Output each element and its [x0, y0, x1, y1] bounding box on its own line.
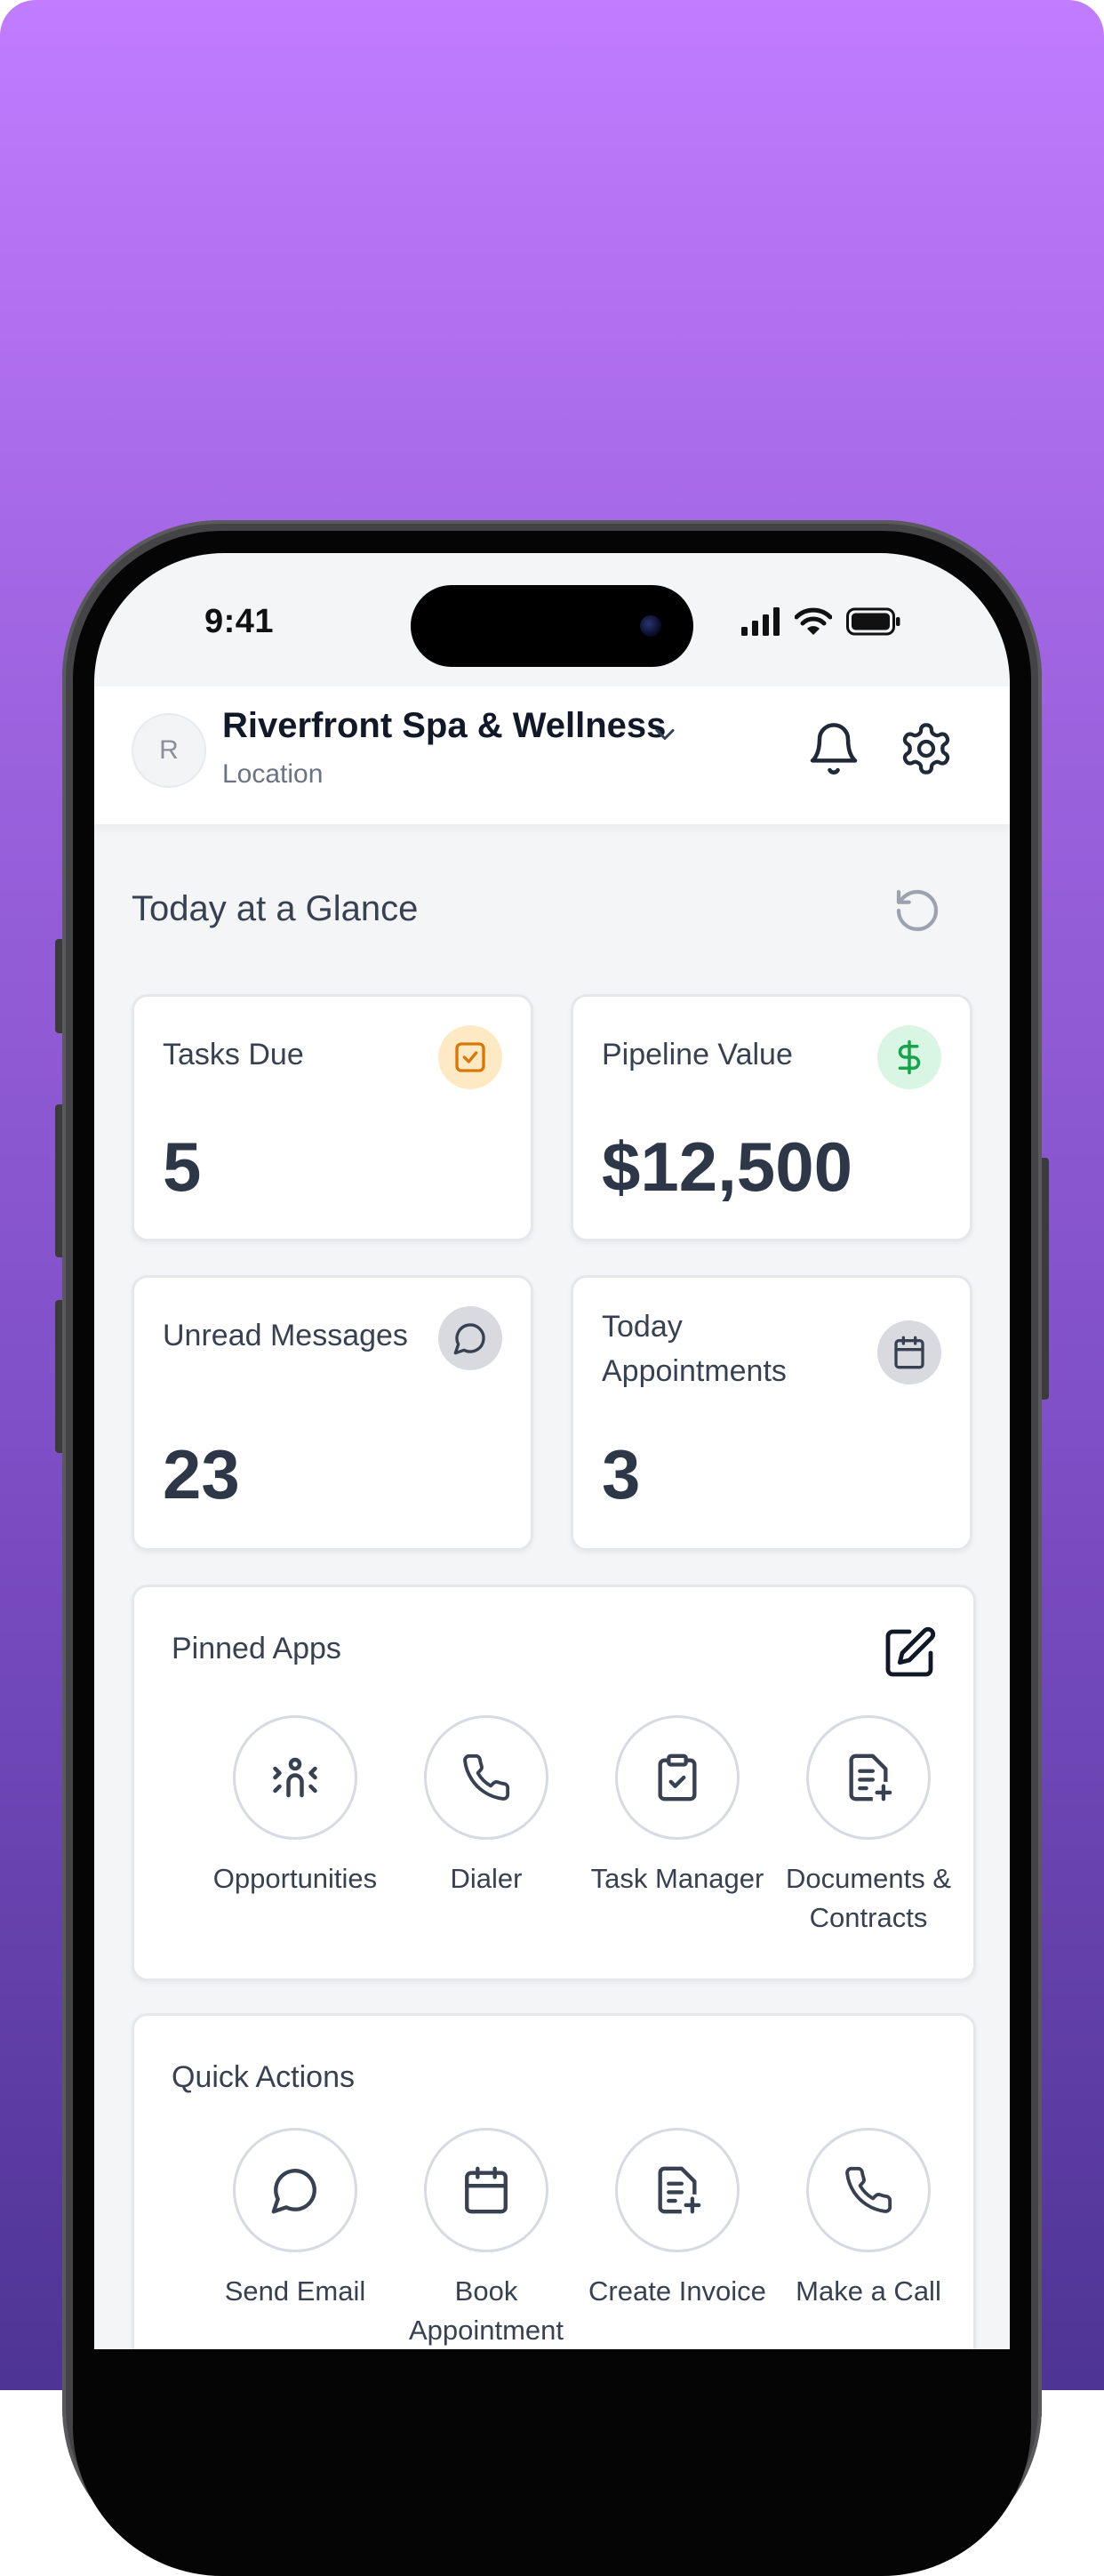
battery-icon [846, 607, 900, 636]
quick-actions-title: Quick Actions [172, 2060, 355, 2094]
document-plus-icon [849, 1753, 892, 1802]
app-icon-circle [233, 1715, 357, 1840]
chat-icon [438, 1306, 502, 1370]
action-icon-circle [424, 2128, 548, 2252]
action-label: Book Appointment [408, 2275, 564, 2346]
edit-icon[interactable] [881, 1625, 938, 1681]
card-label: Today Appointments [602, 1310, 787, 1388]
quick-actions-section: Quick Actions Send Email Book Appointmen… [132, 2013, 976, 2349]
status-time: 9:41 [204, 603, 275, 640]
card-label: Pipeline Value [602, 1038, 793, 1071]
checkbox-icon [438, 1025, 502, 1089]
action-send-email[interactable]: Send Email [202, 2128, 388, 2311]
chevron-down-icon[interactable] [649, 718, 681, 750]
action-icon-circle [233, 2128, 357, 2252]
app-label: Documents & Contracts [785, 1863, 952, 1933]
card-value: 5 [163, 1128, 202, 1206]
today-appointments-card[interactable]: Today Appointments 3 [571, 1275, 972, 1551]
phone-icon [845, 2166, 892, 2213]
action-make-a-call[interactable]: Make a Call [775, 2128, 962, 2311]
gear-icon[interactable] [898, 720, 955, 777]
card-value: 23 [163, 1435, 240, 1513]
signal-icon [741, 607, 780, 636]
action-label: Send Email [224, 2275, 366, 2307]
action-icon-circle [806, 2128, 931, 2252]
app-label: Dialer [450, 1863, 523, 1894]
app-icon-circle [424, 1715, 548, 1840]
avatar[interactable]: R [132, 713, 206, 788]
bell-icon[interactable] [805, 720, 862, 777]
wifi-icon [795, 607, 832, 635]
refresh-icon[interactable] [892, 886, 942, 935]
dollar-icon [877, 1025, 941, 1089]
action-icon-circle [615, 2128, 740, 2252]
glance-title: Today at a Glance [132, 889, 419, 928]
action-create-invoice[interactable]: Create Invoice [584, 2128, 771, 2311]
pinned-apps-title: Pinned Apps [172, 1632, 341, 1665]
app-header: R Riverfront Spa & Wellness Location [94, 686, 1010, 824]
app-dialer[interactable]: Dialer [393, 1715, 580, 1898]
location-label: Location [222, 759, 324, 789]
app-label: Opportunities [212, 1863, 378, 1894]
chat-icon [271, 2169, 316, 2214]
app-documents-contracts[interactable]: Documents & Contracts [775, 1715, 962, 1938]
dynamic-island [411, 585, 693, 667]
pinned-apps-section: Pinned Apps Opportunities Dialer Task Ma… [132, 1585, 976, 1981]
card-label: Unread Messages [163, 1319, 408, 1352]
app-label: Task Manager [590, 1863, 764, 1894]
invoice-icon [658, 2166, 701, 2214]
action-book-appointment[interactable]: Book Appointment [393, 2128, 580, 2349]
business-name[interactable]: Riverfront Spa & Wellness [222, 706, 666, 746]
tasks-due-card[interactable]: Tasks Due 5 [132, 994, 533, 1241]
app-task-manager[interactable]: Task Manager [584, 1715, 771, 1898]
clipboard-check-icon [658, 1753, 697, 1802]
phone-icon [463, 1753, 510, 1801]
camera-icon [640, 615, 661, 637]
app-opportunities[interactable]: Opportunities [202, 1715, 388, 1898]
action-label: Create Invoice [588, 2275, 766, 2307]
card-value: 3 [602, 1435, 641, 1513]
action-label: Make a Call [796, 2275, 941, 2307]
opportunities-icon [273, 1757, 317, 1798]
card-value: $12,500 [602, 1128, 852, 1206]
unread-messages-card[interactable]: Unread Messages 23 [132, 1275, 533, 1551]
phone-screen: 9:41 R Riverfront Spa & Wellness Locatio… [94, 553, 1010, 2349]
status-icons [741, 606, 901, 637]
card-label: Tasks Due [163, 1038, 304, 1071]
app-icon-circle [806, 1715, 931, 1840]
pipeline-value-card[interactable]: Pipeline Value $12,500 [571, 994, 972, 1241]
calendar-icon [465, 2166, 508, 2214]
app-icon-circle [615, 1715, 740, 1840]
calendar-icon [877, 1320, 941, 1384]
